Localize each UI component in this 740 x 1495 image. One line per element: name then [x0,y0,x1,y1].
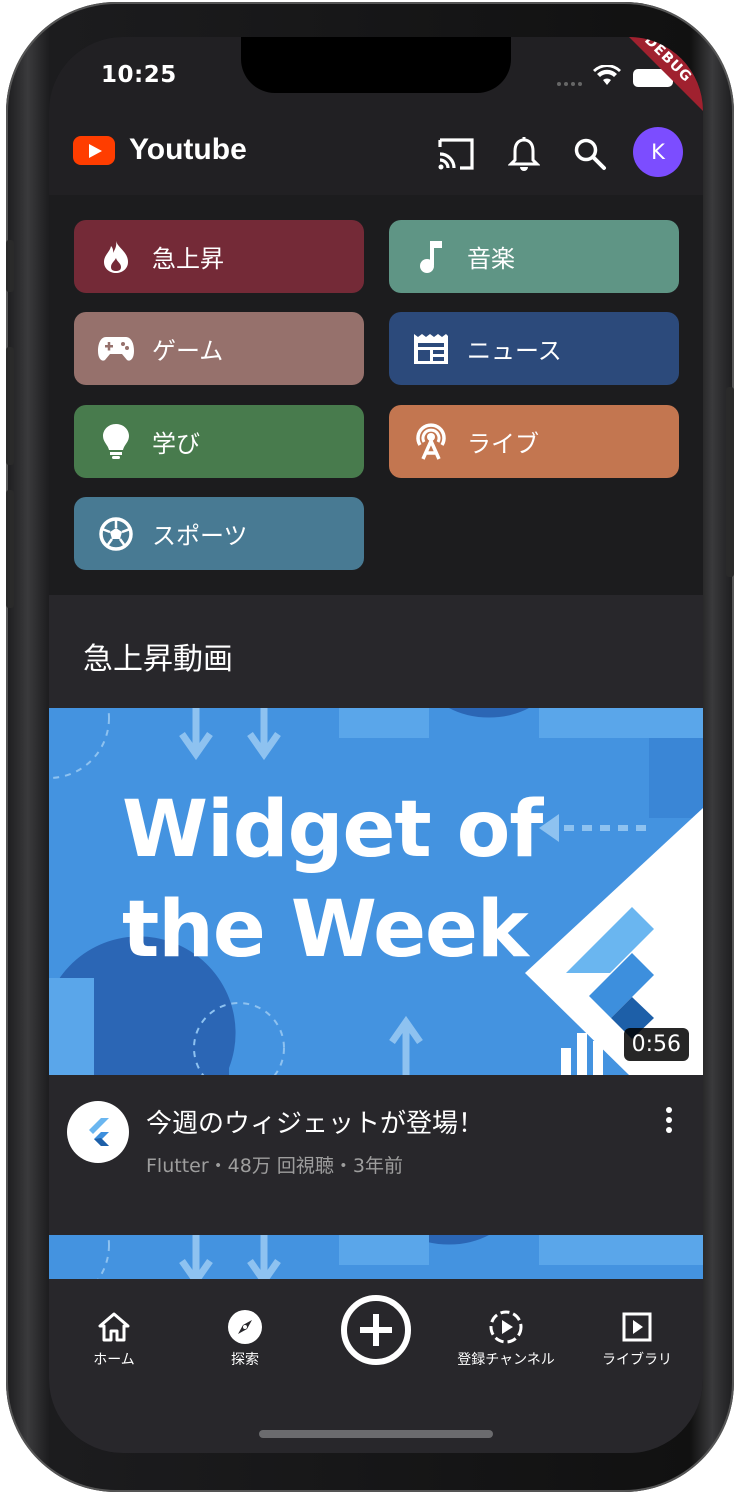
mute-switch [6,240,14,292]
newspaper-icon [411,329,451,369]
nav-subscriptions[interactable]: 登録チャンネル [441,1307,571,1369]
more-vert-icon[interactable] [661,1103,677,1137]
screen: 10:25 DEBUG Youtube K 急上昇 音楽 ゲーム ニュース 学び… [49,37,703,1453]
fire-icon [96,237,136,277]
bell-icon[interactable] [501,131,547,177]
category-label: 音楽 [467,245,515,273]
power-button [726,387,734,577]
add-circle-icon[interactable] [341,1295,411,1365]
category-label: 急上昇 [152,245,224,273]
library-icon [572,1307,702,1347]
notch [241,37,511,93]
status-time: 10:25 [101,62,177,88]
category-label: ゲーム [152,337,224,365]
flutter-logo-icon [89,1118,109,1146]
volume-down-button [6,490,14,608]
category-grid: 急上昇 音楽 ゲーム ニュース 学び ライブ スポーツ [49,195,703,595]
nav-library[interactable]: ライブラリ [572,1307,702,1369]
live-antenna-icon [411,422,451,462]
section-title: 急上昇動画 [83,642,233,677]
category-sports[interactable]: スポーツ [74,497,364,570]
section-header: 急上昇動画 [49,595,703,708]
volume-up-button [6,347,14,465]
search-icon[interactable] [567,131,613,177]
category-label: スポーツ [152,522,248,550]
home-indicator[interactable] [259,1430,493,1438]
video-thumbnail[interactable]: Widget of the Week 0:56 [49,708,703,1075]
category-gaming[interactable]: ゲーム [74,312,364,385]
thumbnail-title: Widget of the Week [122,785,543,975]
nav-label: ライブラリ [602,1352,672,1368]
nav-label: 登録チャンネル [457,1352,555,1368]
user-avatar[interactable]: K [633,127,683,177]
category-live[interactable]: ライブ [389,405,679,478]
wifi-icon [593,65,621,85]
category-label: 学び [152,430,200,458]
home-icon [49,1307,179,1347]
category-news[interactable]: ニュース [389,312,679,385]
category-music[interactable]: 音楽 [389,220,679,293]
next-video-thumbnail[interactable] [49,1235,703,1279]
category-label: ライブ [467,430,539,458]
category-trending[interactable]: 急上昇 [74,220,364,293]
category-learning[interactable]: 学び [74,405,364,478]
cast-icon[interactable] [433,131,479,177]
nav-explore[interactable]: 探索 [180,1307,310,1369]
thumbnail-artwork [97,1235,703,1279]
nav-home[interactable]: ホーム [49,1307,179,1369]
music-note-icon [411,237,451,277]
youtube-logo-icon[interactable] [73,136,115,165]
video-title[interactable]: 今週のウィジェットが登場！ [146,1103,484,1140]
subscriptions-icon [441,1307,571,1347]
app-bar: Youtube K [49,119,703,195]
bottom-navigation: ホーム 探索 登録チャンネル ライブラリ [49,1279,703,1453]
app-title: Youtube [129,133,247,166]
cellular-signal-icon [557,82,582,86]
compass-icon [180,1307,310,1347]
category-label: ニュース [467,337,562,365]
nav-label: 探索 [231,1352,259,1368]
video-duration: 0:56 [623,1028,689,1061]
video-meta[interactable]: 今週のウィジェットが登場！ Flutter・48万 回視聴・3年前 [49,1075,703,1235]
soccer-ball-icon [96,514,136,554]
nav-label: ホーム [93,1352,135,1368]
phone-frame: 10:25 DEBUG Youtube K 急上昇 音楽 ゲーム ニュース 学び… [6,2,734,1492]
video-subtitle: Flutter・48万 回視聴・3年前 [146,1155,403,1177]
lightbulb-icon [96,422,136,462]
gamepad-icon [96,329,136,369]
channel-avatar[interactable] [67,1101,129,1163]
